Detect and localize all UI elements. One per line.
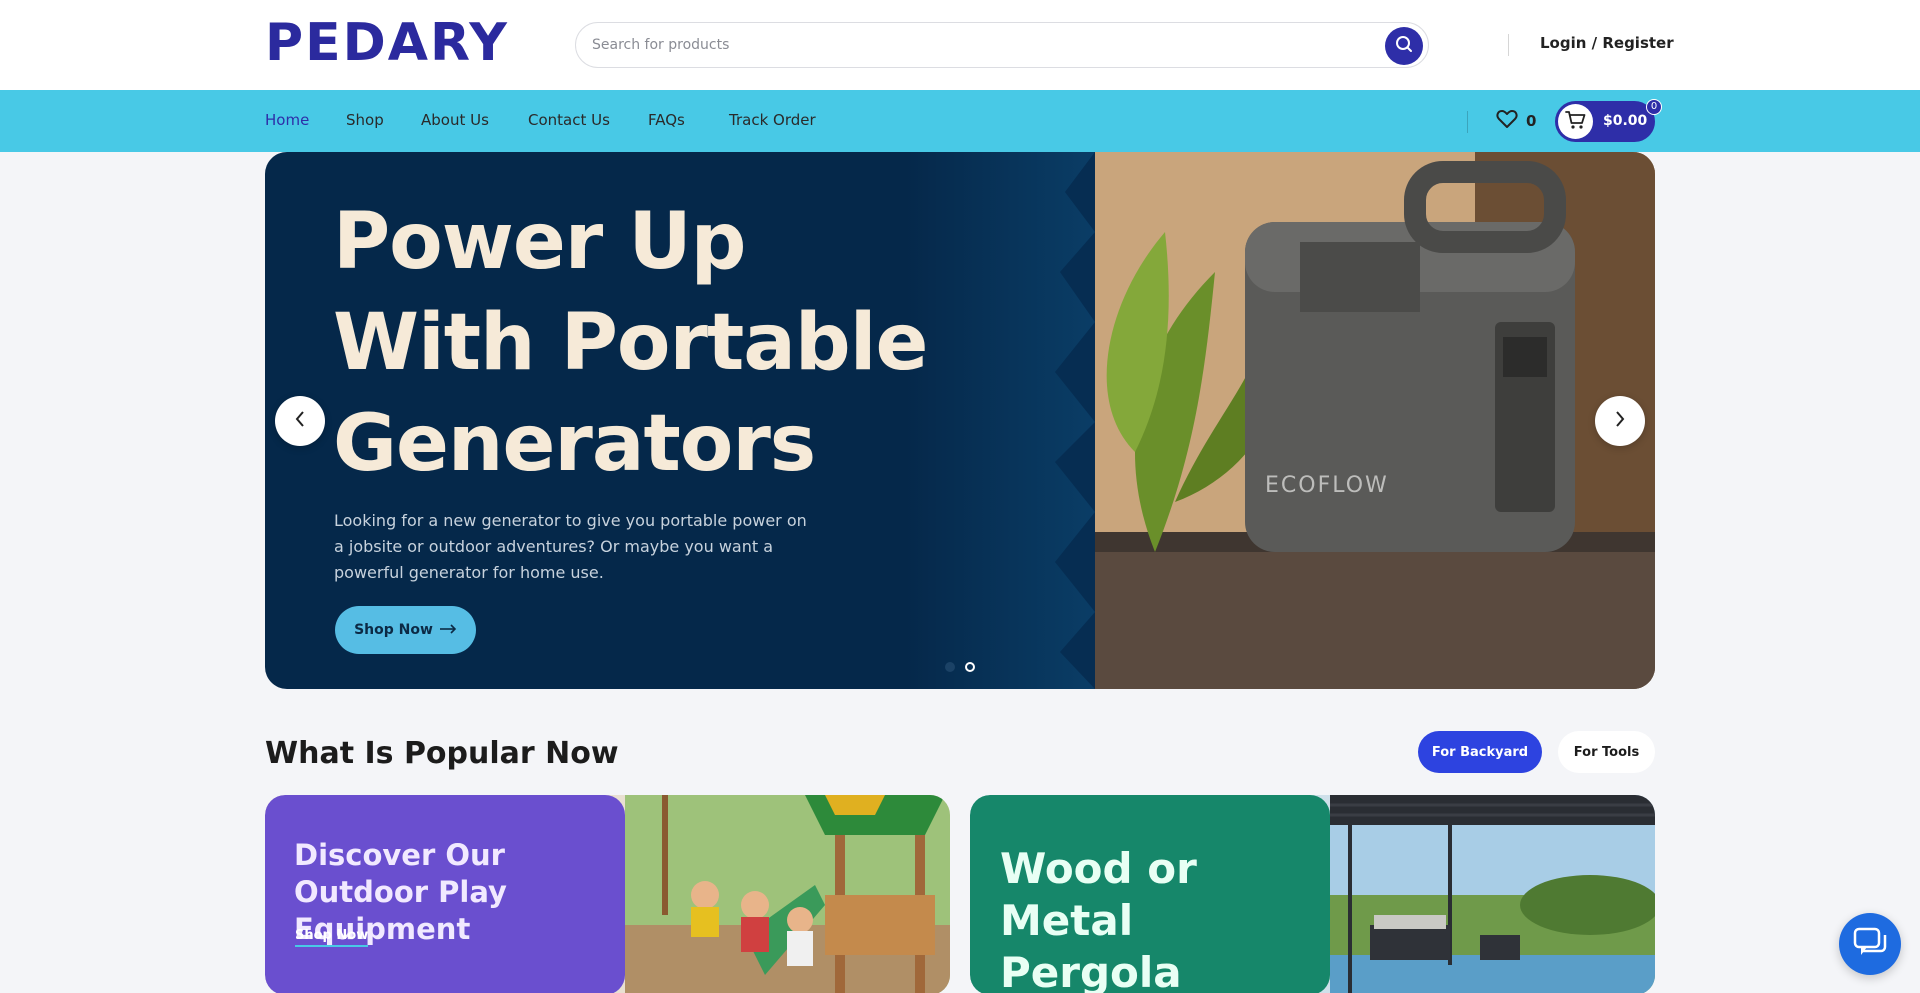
section-title-popular: What Is Popular Now — [265, 736, 619, 771]
nav-item-about-us[interactable]: About Us — [421, 111, 489, 129]
promo-card-title: Wood or Metal Pergola — [1000, 844, 1197, 993]
promo-card-play-equipment[interactable]: Discover Our Outdoor Play Equipment Shop… — [265, 795, 950, 993]
hero-description: Looking for a new generator to give you … — [334, 511, 807, 582]
site-header: PEDARY Login / Register — [0, 0, 1920, 90]
hero-product-image: ECOFLOW — [1095, 152, 1655, 689]
promo-panel-green: Wood or Metal Pergola — [970, 795, 1330, 993]
wishlist-button[interactable]: 0 — [1496, 109, 1536, 133]
hero-shop-now-button[interactable]: Shop Now — [335, 606, 476, 654]
cart-total: $0.00 — [1603, 113, 1648, 129]
chat-icon — [1853, 927, 1887, 961]
hero-zigzag-decoration — [1055, 152, 1095, 689]
main-navigation: Home Shop About Us Contact Us FAQs Track… — [0, 90, 1920, 152]
cart-icon — [1564, 110, 1587, 134]
promo-card-pergola[interactable]: Wood or Metal Pergola — [970, 795, 1655, 993]
tab-for-tools[interactable]: For Tools — [1558, 731, 1655, 773]
nav-item-shop[interactable]: Shop — [346, 111, 384, 129]
search-bar — [575, 22, 1429, 68]
hero-cta-label: Shop Now — [354, 622, 433, 638]
chat-button[interactable] — [1839, 913, 1901, 975]
promo-shop-now-link[interactable]: Shop Now — [295, 928, 369, 947]
nav-divider — [1467, 111, 1468, 133]
pergola-image — [1330, 795, 1655, 993]
carousel-dot-1[interactable] — [945, 662, 955, 672]
carousel-next-button[interactable] — [1595, 396, 1645, 446]
promo-panel-purple: Discover Our Outdoor Play Equipment Shop… — [265, 795, 625, 993]
chevron-left-icon — [294, 410, 306, 432]
nav-item-faqs[interactable]: FAQs — [648, 111, 685, 129]
nav-item-track-order[interactable]: Track Order — [729, 111, 816, 129]
carousel-dot-2[interactable] — [965, 662, 975, 672]
arrow-right-icon — [439, 622, 457, 638]
hero-title: Power Up With Portable Generators — [333, 197, 928, 489]
login-register-link[interactable]: Login / Register — [1540, 34, 1674, 52]
search-icon — [1395, 35, 1413, 57]
search-input[interactable] — [592, 23, 1352, 67]
wishlist-count: 0 — [1526, 112, 1537, 130]
site-logo[interactable]: PEDARY — [265, 17, 509, 69]
hero-product-brand: ECOFLOW — [1265, 473, 1389, 498]
playground-image — [625, 795, 950, 993]
chevron-right-icon — [1614, 410, 1626, 432]
cart-button[interactable]: $0.00 0 — [1555, 99, 1662, 142]
tab-for-backyard[interactable]: For Backyard — [1418, 731, 1542, 773]
carousel-prev-button[interactable] — [275, 396, 325, 446]
cart-icon-wrap — [1558, 104, 1593, 139]
nav-item-contact-us[interactable]: Contact Us — [528, 111, 610, 129]
header-divider — [1508, 34, 1509, 56]
search-button[interactable] — [1385, 27, 1423, 65]
heart-icon — [1496, 109, 1518, 133]
hero-carousel: ECOFLOW Power Up With Portable Generator… — [265, 152, 1655, 689]
nav-item-home[interactable]: Home — [265, 111, 309, 129]
cart-count-badge: 0 — [1646, 99, 1662, 115]
